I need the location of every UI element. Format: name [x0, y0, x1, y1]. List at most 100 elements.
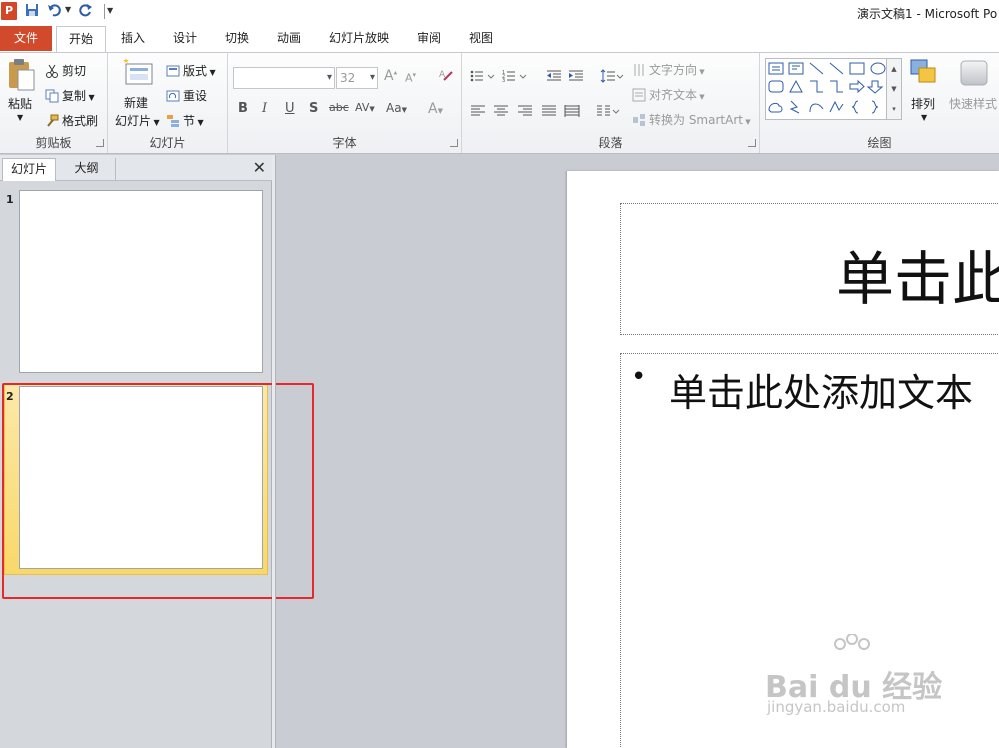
paste-icon[interactable] [6, 58, 36, 95]
arrange-dropdown-icon[interactable]: ▼ [921, 113, 927, 122]
group-slides: 新建 幻灯片 ▼ 版式 ▼ 重设 节 ▼ 幻灯片 [108, 53, 228, 153]
columns-icon[interactable] [596, 104, 622, 121]
shrink-font-button[interactable]: A▾ [405, 71, 416, 85]
panel-splitter[interactable] [272, 155, 276, 748]
new-slide-button[interactable]: 新建 [124, 94, 148, 111]
group-font: 32 A▴ A▾ A B I U S abc AV▼ Aa▼ A▼ 字体 [228, 53, 462, 153]
font-name-combo[interactable] [233, 67, 335, 89]
annotation-highlight-box [2, 383, 314, 599]
new-slide-icon[interactable] [122, 58, 154, 93]
tab-home[interactable]: 开始 [56, 26, 106, 52]
font-size-combo[interactable]: 32 [336, 67, 378, 89]
title-placeholder[interactable]: 单击此 [620, 203, 999, 335]
font-launcher-icon[interactable] [450, 139, 458, 147]
copy-button[interactable]: 复制 ▼ [45, 87, 95, 104]
align-center-icon[interactable] [493, 104, 509, 121]
change-case-button[interactable]: Aa▼ [386, 101, 407, 115]
paste-dropdown-icon[interactable]: ▼ [17, 113, 23, 122]
tab-insert[interactable]: 插入 [110, 26, 156, 52]
tab-view[interactable]: 视图 [458, 26, 504, 52]
quick-access-separator [104, 4, 105, 19]
text-direction-button[interactable]: 文字方向 ▼ [632, 61, 705, 78]
layout-icon [166, 64, 180, 78]
align-text-button[interactable]: 对齐文本 ▼ [632, 86, 705, 103]
tab-outline-panel[interactable]: 大纲 [58, 158, 116, 181]
section-icon [166, 114, 180, 128]
tab-animations[interactable]: 动画 [266, 26, 312, 52]
reset-button[interactable]: 重设 [166, 87, 207, 104]
group-clipboard: 粘贴 ▼ 剪切 复制 ▼ 格式刷 剪贴板 [0, 53, 108, 153]
tab-design[interactable]: 设计 [162, 26, 208, 52]
reset-icon [166, 89, 180, 103]
close-panel-icon[interactable]: ✕ [253, 158, 266, 177]
group-drawing: ▲ ▼ ▾ 排列 ▼ 快速样式 绘图 [760, 53, 999, 153]
arrange-icon[interactable] [909, 58, 941, 93]
scissors-icon [45, 64, 59, 78]
powerpoint-icon[interactable]: P [1, 2, 17, 20]
distributed-icon[interactable] [564, 104, 580, 121]
shapes-gallery[interactable] [765, 58, 901, 120]
format-painter-button[interactable]: 格式刷 [45, 112, 98, 129]
layout-button[interactable]: 版式 ▼ [166, 62, 216, 79]
font-color-button[interactable]: A▼ [428, 101, 443, 117]
character-spacing-button[interactable]: AV▼ [355, 101, 375, 114]
new-slide-dropdown[interactable]: 幻灯片 ▼ [115, 112, 160, 129]
grow-font-button[interactable]: A▴ [384, 68, 397, 84]
strikethrough-button[interactable]: abc [329, 101, 349, 114]
align-right-icon[interactable] [517, 104, 533, 121]
slides-group-label: 幻灯片 [149, 136, 186, 150]
arrange-button[interactable]: 排列 [911, 95, 935, 112]
bullets-icon[interactable] [470, 69, 496, 86]
bullet-point: • [631, 362, 647, 392]
content-placeholder-text: 单击此处添加文本 [669, 371, 974, 415]
shadow-button[interactable]: S [309, 101, 318, 116]
tab-file[interactable]: 文件 [0, 26, 52, 51]
redo-icon[interactable] [79, 3, 93, 20]
undo-icon[interactable] [47, 3, 63, 20]
shapes-gallery-scroll[interactable]: ▲ ▼ ▾ [886, 58, 902, 120]
quick-styles-button[interactable]: 快速样式 [949, 95, 997, 112]
justify-icon[interactable] [541, 104, 557, 121]
quick-styles-icon[interactable] [958, 58, 990, 93]
window-title: 演示文稿1 - Microsoft Po [857, 7, 998, 21]
smartart-icon [632, 113, 646, 127]
paragraph-launcher-icon[interactable] [748, 139, 756, 147]
save-icon[interactable] [25, 3, 39, 20]
text-direction-icon [632, 63, 646, 77]
slide-number-1: 1 [6, 193, 14, 206]
tab-review[interactable]: 审阅 [406, 26, 452, 52]
clear-formatting-icon[interactable]: A [438, 67, 454, 86]
paragraph-group-label: 段落 [598, 136, 623, 150]
decrease-indent-icon[interactable] [546, 69, 562, 86]
shapes-gallery-icons [768, 62, 886, 114]
bold-button[interactable]: B [238, 101, 248, 116]
convert-smartart-button[interactable]: 转换为 SmartArt ▼ [632, 111, 751, 128]
tab-transitions[interactable]: 切换 [214, 26, 260, 52]
line-spacing-icon[interactable] [600, 69, 624, 86]
tab-slides-panel[interactable]: 幻灯片 [2, 158, 56, 181]
numbering-icon[interactable]: 123 [502, 69, 528, 86]
slide-thumbnail-1[interactable] [19, 190, 263, 373]
watermark-url: jingyan.baidu.com [767, 698, 906, 716]
panel-tabs: 幻灯片 大纲 ✕ [0, 155, 272, 181]
undo-dropdown-icon[interactable]: ▼ [65, 5, 71, 14]
customize-quick-access-icon[interactable]: ▼ [107, 6, 113, 15]
cut-button[interactable]: 剪切 [45, 62, 86, 79]
paintbrush-icon [45, 114, 59, 128]
paste-button[interactable]: 粘贴 [8, 95, 32, 112]
copy-icon [45, 89, 59, 103]
svg-text:3: 3 [502, 78, 505, 83]
ribbon: 粘贴 ▼ 剪切 复制 ▼ 格式刷 剪贴板 新建 幻灯片 ▼ 版式 ▼ 重设 节 … [0, 52, 999, 154]
title-placeholder-text: 单击此 [836, 245, 999, 313]
italic-button[interactable]: I [262, 101, 267, 116]
tab-slideshow[interactable]: 幻灯片放映 [318, 26, 400, 52]
increase-indent-icon[interactable] [568, 69, 584, 86]
align-left-icon[interactable] [470, 104, 486, 121]
align-text-icon [632, 88, 646, 102]
ribbon-tabs: 文件 开始 插入 设计 切换 动画 幻灯片放映 审阅 视图 [0, 24, 999, 52]
group-paragraph: 123 文字方向 ▼ 对齐文本 ▼ 转换为 SmartArt ▼ 段落 [462, 53, 760, 153]
underline-button[interactable]: U [285, 101, 295, 116]
drawing-group-label: 绘图 [867, 136, 892, 150]
section-button[interactable]: 节 ▼ [166, 112, 204, 129]
clipboard-launcher-icon[interactable] [96, 139, 104, 147]
